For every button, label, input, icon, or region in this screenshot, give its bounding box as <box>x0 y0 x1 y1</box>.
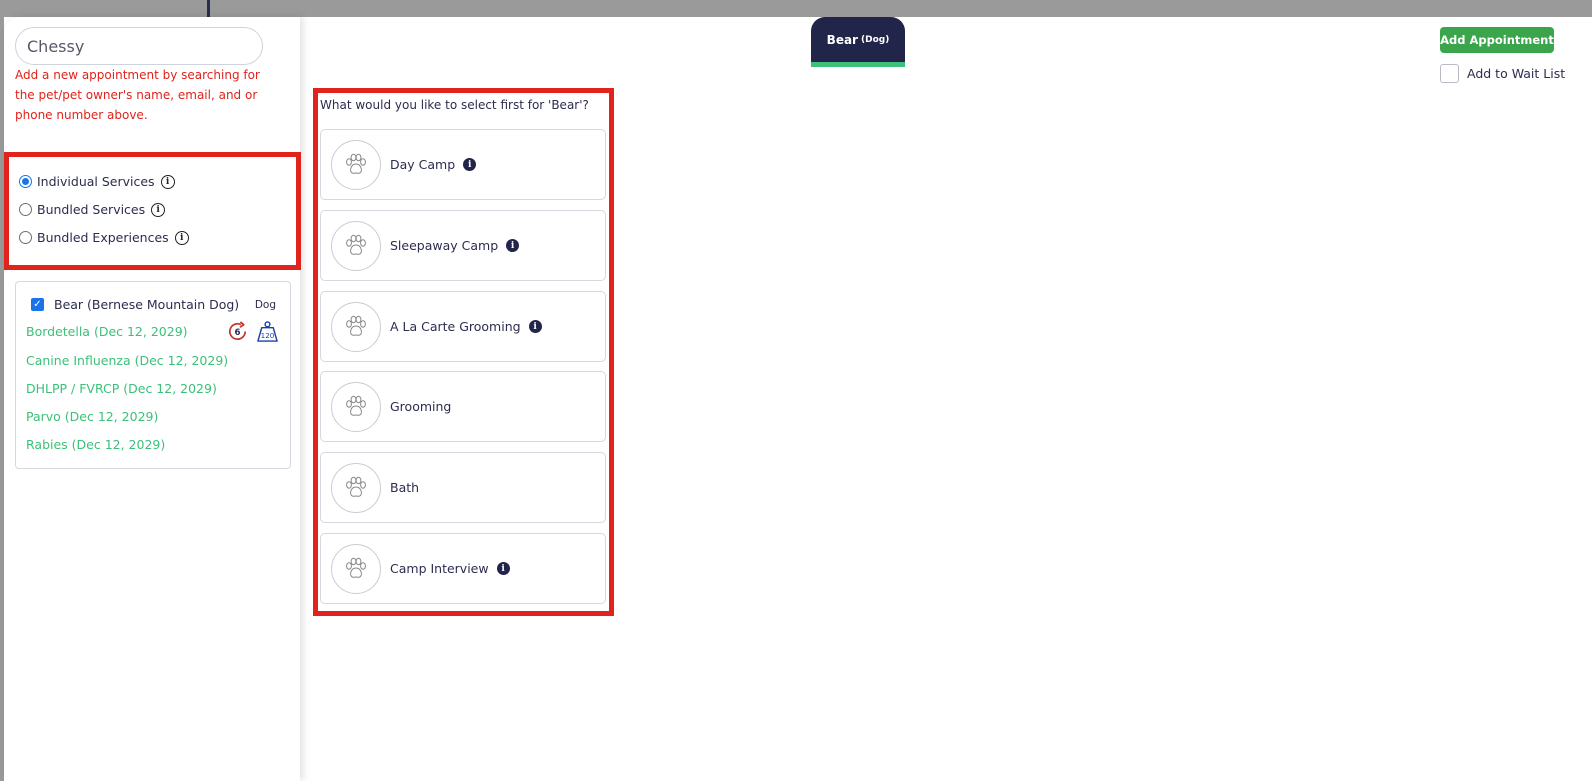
service-selection-panel: What would you like to select first for … <box>313 88 614 616</box>
service-label: Bath <box>390 480 420 495</box>
service-card-a-la-carte-grooming[interactable]: A La Carte Grooming i <box>320 291 606 362</box>
service-label: Grooming <box>390 399 452 414</box>
left-panel: Add a new appointment by searching for t… <box>4 17 301 781</box>
service-card-sleepaway-camp[interactable]: Sleepaway Camp i <box>320 210 606 281</box>
pet-card: ✓ Bear (Bernese Mountain Dog) Dog 6 120 … <box>15 281 291 469</box>
paw-icon <box>331 139 381 190</box>
vaccination-item[interactable]: DHLPP / FVRCP (Dec 12, 2029) <box>26 381 217 396</box>
wait-list-checkbox[interactable] <box>1440 64 1459 83</box>
service-label: A La Carte Grooming <box>390 319 521 334</box>
radio-label: Individual Services <box>37 174 155 189</box>
service-card-day-camp[interactable]: Day Camp i <box>320 129 606 200</box>
vaccination-item[interactable]: Rabies (Dec 12, 2029) <box>26 437 165 452</box>
service-card-grooming[interactable]: Grooming <box>320 371 606 442</box>
service-type-options: Individual Services i Bundled Services i… <box>4 152 301 270</box>
service-card-camp-interview[interactable]: Camp Interview i <box>320 533 606 604</box>
pet-tab-name: Bear <box>826 32 858 47</box>
service-label: Day Camp <box>390 157 456 172</box>
service-label: Camp Interview <box>390 561 489 576</box>
radio-label: Bundled Services <box>37 202 146 217</box>
visit-count: 6 <box>235 328 241 338</box>
info-icon[interactable]: i <box>174 230 189 245</box>
radio-button[interactable] <box>19 175 32 188</box>
pet-tab-bear[interactable]: Bear (Dog) <box>811 17 905 67</box>
pet-search-input[interactable] <box>15 27 263 65</box>
service-card-bath[interactable]: Bath <box>320 452 606 523</box>
wait-list-label: Add to Wait List <box>1467 66 1566 81</box>
add-appointment-button[interactable]: Add Appointment <box>1440 27 1554 53</box>
info-icon[interactable]: i <box>463 158 477 171</box>
radio-bundled-experiences[interactable]: Bundled Experiences i <box>19 230 189 245</box>
paw-icon <box>331 381 381 432</box>
paw-icon <box>331 462 381 513</box>
service-label: Sleepaway Camp <box>390 238 499 253</box>
search-hint: Add a new appointment by searching for t… <box>15 68 260 122</box>
pet-species: Dog <box>254 299 276 311</box>
vaccination-item[interactable]: Bordetella (Dec 12, 2029) <box>26 324 188 339</box>
visit-count-icon: 6 <box>228 321 247 340</box>
info-icon[interactable]: i <box>151 202 166 217</box>
vaccination-item[interactable]: Parvo (Dec 12, 2029) <box>26 409 158 424</box>
info-icon[interactable]: i <box>496 562 510 575</box>
paw-icon <box>331 301 381 352</box>
paw-icon <box>331 220 381 271</box>
radio-button[interactable] <box>19 231 32 244</box>
pet-tab-species: (Dog) <box>860 34 890 45</box>
radio-bundled-services[interactable]: Bundled Services i <box>19 202 166 217</box>
radio-button[interactable] <box>19 203 32 216</box>
weight-icon: 120 <box>257 321 278 342</box>
background-app-strip <box>0 0 1592 17</box>
pet-weight: 120 <box>261 331 275 340</box>
info-icon[interactable]: i <box>506 239 520 252</box>
info-icon[interactable]: i <box>160 174 175 189</box>
info-icon[interactable]: i <box>528 320 542 333</box>
vaccination-item[interactable]: Canine Influenza (Dec 12, 2029) <box>26 353 228 368</box>
pet-name: Bear (Bernese Mountain Dog) <box>54 297 240 312</box>
background-divider <box>207 0 210 17</box>
services-question: What would you like to select first for … <box>320 98 589 112</box>
paw-icon <box>331 543 381 594</box>
radio-individual-services[interactable]: Individual Services i <box>19 174 175 189</box>
radio-label: Bundled Experiences <box>37 230 169 245</box>
pet-select-checkbox[interactable]: ✓ <box>31 298 44 311</box>
